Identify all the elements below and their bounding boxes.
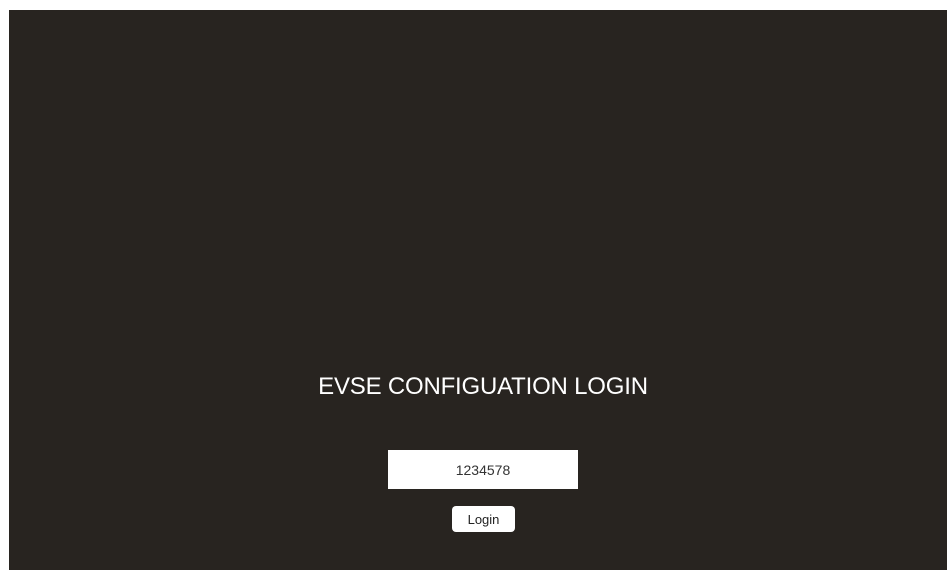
pin-input[interactable]	[388, 450, 578, 489]
login-screen: EVSE CONFIGUATION LOGIN Login	[9, 10, 947, 570]
page-title: EVSE CONFIGUATION LOGIN	[318, 373, 648, 400]
login-button[interactable]: Login	[452, 506, 515, 532]
